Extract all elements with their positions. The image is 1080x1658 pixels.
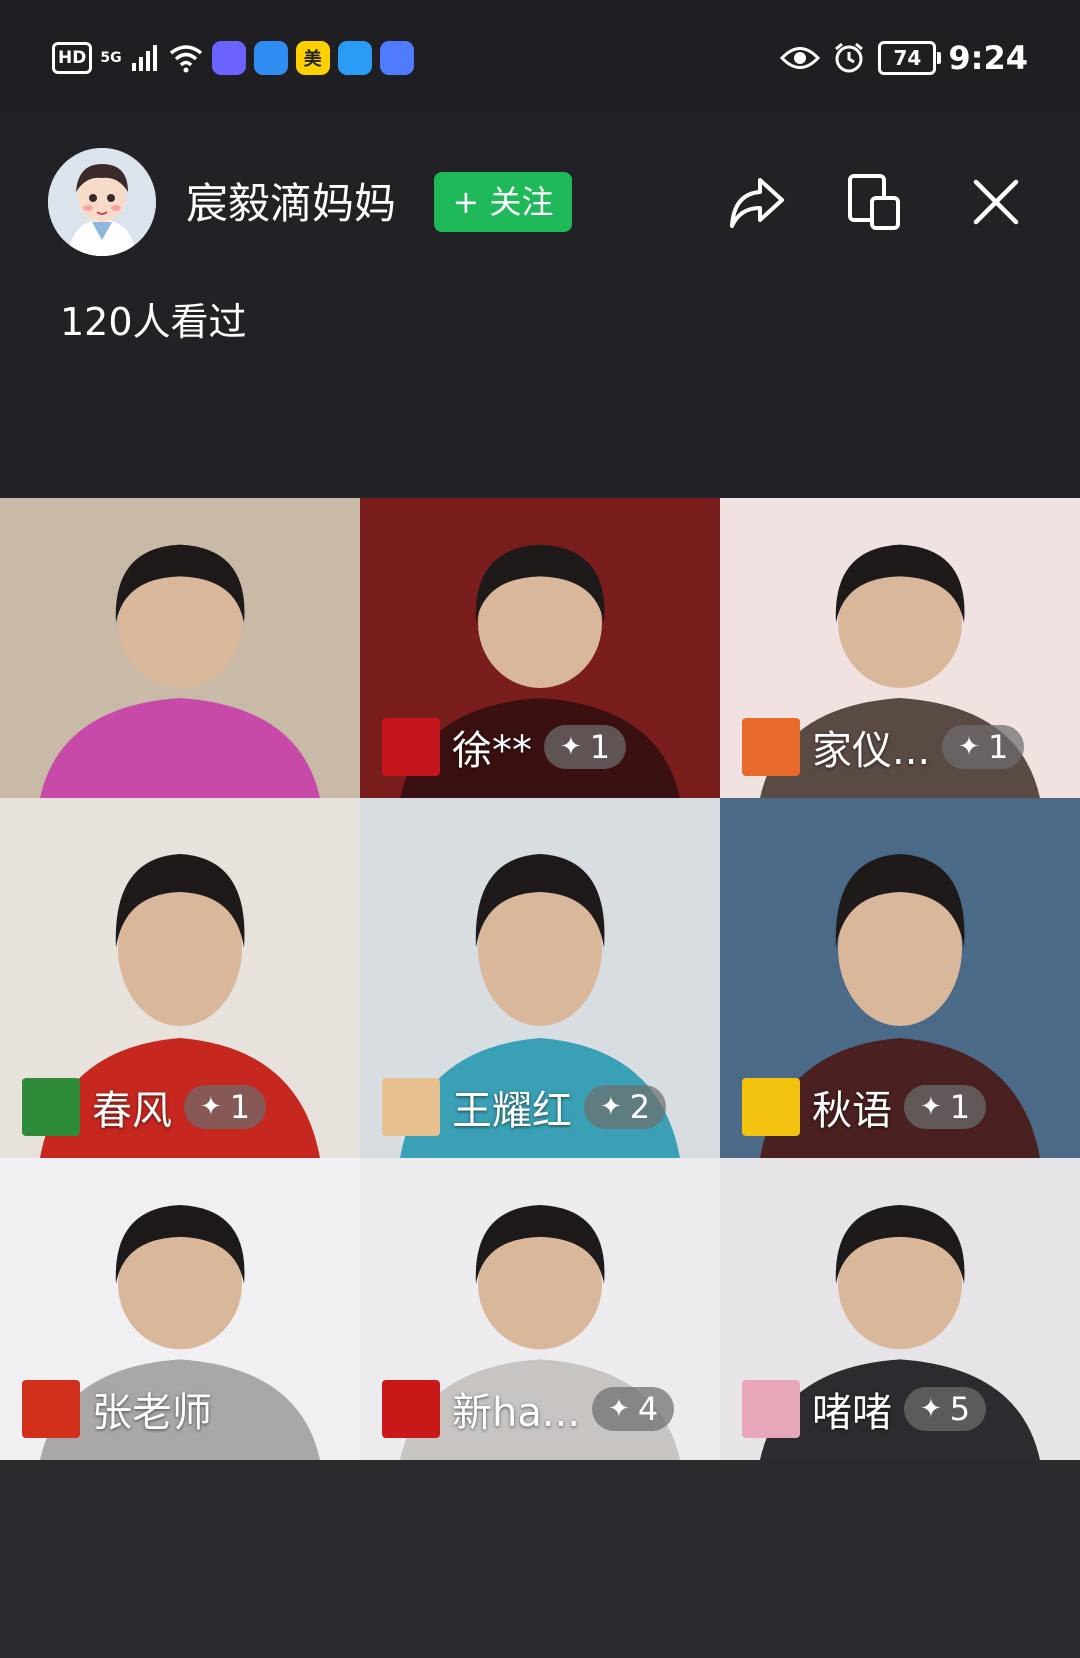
meituan-app-icon: 美 xyxy=(295,41,330,75)
host-avatar[interactable] xyxy=(48,148,156,256)
minimize-window-icon[interactable] xyxy=(842,170,906,234)
participant-name-tag: 徐** ✦ 1 xyxy=(382,718,627,776)
participant-video-tile[interactable]: 徐** ✦ 1 xyxy=(360,498,720,798)
education-app-icon xyxy=(211,41,246,75)
participant-video-tile[interactable]: 新ha... ✦ 4 xyxy=(360,1158,720,1460)
like-count: 2 xyxy=(629,1088,651,1126)
like-count: 1 xyxy=(229,1088,251,1126)
bottom-empty-area xyxy=(0,1460,1080,1658)
like-count: 1 xyxy=(987,728,1009,766)
like-count-badge: ✦ 4 xyxy=(592,1387,675,1431)
participant-name: 张老师 xyxy=(92,1390,212,1436)
participant-video-tile[interactable] xyxy=(0,498,360,798)
participant-name-tag: 啫啫 ✦ 5 xyxy=(742,1380,987,1438)
like-count: 1 xyxy=(949,1088,971,1126)
signal-icon xyxy=(131,45,157,71)
alarm-icon xyxy=(835,42,864,73)
participant-video-tile[interactable]: 王耀红 ✦ 2 xyxy=(360,798,720,1158)
sparkle-icon: ✦ xyxy=(600,1092,622,1122)
sparkle-icon: ✦ xyxy=(608,1394,630,1424)
participant-name: 新ha... xyxy=(452,1390,581,1436)
participant-name-tag: 家仪... ✦ 1 xyxy=(742,718,1025,776)
participant-video-tile[interactable]: 秋语 ✦ 1 xyxy=(720,798,1080,1158)
participant-avatar xyxy=(742,1078,800,1136)
share-icon[interactable] xyxy=(724,170,788,234)
participant-name-tag: 春风 ✦ 1 xyxy=(22,1078,267,1136)
like-count-badge: ✦ 1 xyxy=(184,1085,267,1129)
participant-name: 啫啫 xyxy=(812,1390,892,1436)
like-count-badge: ✦ 5 xyxy=(904,1387,987,1431)
like-count-badge: ✦ 2 xyxy=(584,1085,667,1129)
browser-app-icon xyxy=(253,41,288,75)
like-count-badge: ✦ 1 xyxy=(942,725,1025,769)
participant-name-tag: 新ha... ✦ 4 xyxy=(382,1380,675,1438)
participant-video-tile[interactable]: 张老师 xyxy=(0,1158,360,1460)
participant-avatar xyxy=(382,718,440,776)
participant-name: 徐** xyxy=(452,728,532,774)
status-right: 74 9:24 xyxy=(780,34,1028,82)
cloud-app-icon xyxy=(337,41,372,75)
sparkle-icon: ✦ xyxy=(920,1092,942,1122)
participant-name: 王耀红 xyxy=(452,1088,572,1134)
sparkle-icon: ✦ xyxy=(560,732,582,762)
participant-name-tag: 王耀红 ✦ 2 xyxy=(382,1078,667,1136)
eye-icon xyxy=(780,47,821,69)
like-count: 1 xyxy=(589,728,611,766)
participant-video-tile[interactable]: 春风 ✦ 1 xyxy=(0,798,360,1158)
network-indicator: 5G xyxy=(100,50,122,66)
participant-name: 春风 xyxy=(92,1088,172,1134)
participant-avatar xyxy=(22,1078,80,1136)
host-name[interactable]: 宸毅滴妈妈 xyxy=(186,174,396,234)
participant-name-tag: 秋语 ✦ 1 xyxy=(742,1078,987,1136)
clock: 9:24 xyxy=(948,39,1028,77)
like-count: 4 xyxy=(637,1390,659,1428)
participant-name: 家仪... xyxy=(812,728,931,774)
participant-avatar xyxy=(22,1380,80,1438)
participant-name-tag: 张老师 xyxy=(22,1380,212,1438)
status-bar: HD 5G 美 74 9:24 xyxy=(0,0,1080,110)
battery-indicator: 74 xyxy=(878,41,942,75)
wifi-icon xyxy=(169,45,202,73)
like-count-badge: ✦ 1 xyxy=(544,725,627,769)
participant-grid: 徐** ✦ 1 家仪... ✦ 1 春风 ✦ 1 王耀红 ✦ 2 秋语 ✦ 1 张老师 新ha... ✦ 4 啫啫 ✦ 5 xyxy=(0,498,1080,1460)
participant-avatar xyxy=(382,1078,440,1136)
follow-button[interactable]: + 关注 xyxy=(434,172,572,232)
participant-avatar xyxy=(742,1380,800,1438)
participant-name: 秋语 xyxy=(812,1088,892,1134)
sparkle-icon: ✦ xyxy=(200,1092,222,1122)
participant-video-tile[interactable]: 啫啫 ✦ 5 xyxy=(720,1158,1080,1460)
like-count-badge: ✦ 1 xyxy=(904,1085,987,1129)
video-frame xyxy=(0,498,360,798)
music-app-icon xyxy=(379,41,414,75)
sparkle-icon: ✦ xyxy=(958,732,980,762)
status-left: HD 5G 美 xyxy=(52,38,414,78)
hd-indicator: HD xyxy=(52,42,93,74)
participant-avatar xyxy=(382,1380,440,1438)
participant-avatar xyxy=(742,718,800,776)
cartoon-avatar-image xyxy=(48,148,156,256)
close-icon[interactable] xyxy=(964,170,1028,234)
participant-video-tile[interactable]: 家仪... ✦ 1 xyxy=(720,498,1080,798)
viewer-count: 120人看过 xyxy=(60,300,247,344)
like-count: 5 xyxy=(949,1390,971,1428)
sparkle-icon: ✦ xyxy=(920,1394,942,1424)
